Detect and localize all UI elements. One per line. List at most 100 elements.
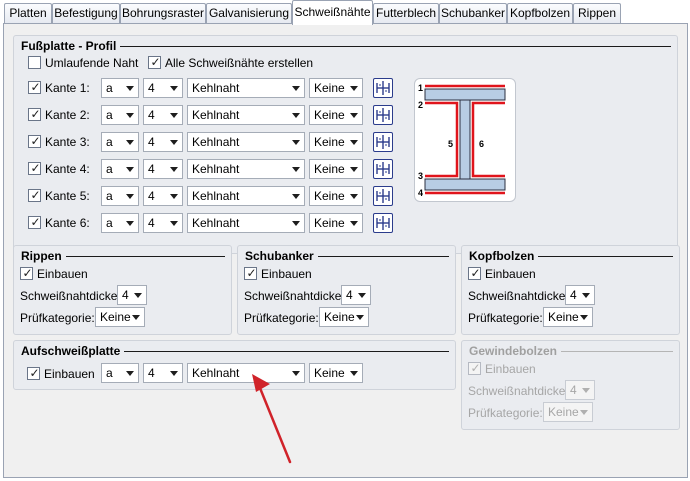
- kante-4-test-select[interactable]: Keine: [309, 159, 363, 179]
- checkmark-icon: ✓: [470, 266, 481, 280]
- chevron-down-icon: [292, 194, 300, 199]
- kopfbolzen-einbauen-checkbox[interactable]: ✓: [468, 266, 481, 280]
- group-title-aufschweissplatte: Aufschweißplatte: [21, 344, 125, 358]
- kante-4-weld-symbol-button[interactable]: [373, 159, 393, 179]
- schubanker-dicke-select[interactable]: 4: [341, 285, 371, 305]
- chevron-down-icon: [580, 410, 588, 415]
- kopfbolzen-pruef-label: Prüfkategorie:: [468, 311, 543, 325]
- kante-6-type-select[interactable]: a: [101, 213, 139, 233]
- gewindebolzen-dicke-select[interactable]: 4: [565, 380, 595, 400]
- kante-4-weld-select[interactable]: Kehlnaht: [187, 159, 305, 179]
- kante-3-size-select[interactable]: 4: [143, 132, 183, 152]
- chevron-down-icon: [126, 167, 134, 172]
- tab-rippen[interactable]: Rippen: [573, 3, 621, 24]
- kante-4-size-select[interactable]: 4: [143, 159, 183, 179]
- kante-5-type-select[interactable]: a: [101, 186, 139, 206]
- chevron-down-icon: [170, 167, 178, 172]
- rippen-dicke-select[interactable]: 4: [117, 285, 147, 305]
- alle-schweissnaehte-label: Alle Schweißnähte erstellen: [165, 56, 314, 70]
- kante-5-size-select[interactable]: 4: [143, 186, 183, 206]
- kante-2-label: Kante 2:: [45, 108, 90, 122]
- tab-bohrungsraster[interactable]: Bohrungsraster: [120, 3, 206, 24]
- tab-platten[interactable]: Platten: [4, 3, 52, 24]
- kante-3-label: Kante 3:: [45, 135, 90, 149]
- kante-3-test-select[interactable]: Keine: [309, 132, 363, 152]
- kante-1-size-select[interactable]: 4: [143, 78, 183, 98]
- tab-galvanisierung[interactable]: Galvanisierung: [206, 3, 292, 24]
- group-title-fussplatte: Fußplatte - Profil: [21, 39, 121, 53]
- kante-2-type-select[interactable]: a: [101, 105, 139, 125]
- kante-5-weld-select[interactable]: Kehlnaht: [187, 186, 305, 206]
- gewindebolzen-dicke-label: Schweißnahtdicke:: [468, 384, 569, 398]
- umlaufende-naht-checkbox[interactable]: [28, 56, 41, 69]
- kante-6-checkbox[interactable]: ✓: [28, 215, 41, 229]
- kante-4-type-select[interactable]: a: [101, 159, 139, 179]
- kante-1-test-select[interactable]: Keine: [309, 78, 363, 98]
- i-beam-diagram: [424, 84, 506, 195]
- rippen-pruef-select[interactable]: Keine: [95, 307, 145, 327]
- kante-6-test-select[interactable]: Keine: [309, 213, 363, 233]
- chevron-down-icon: [170, 371, 178, 376]
- kante-6-weld-select[interactable]: Kehlnaht: [187, 213, 305, 233]
- schubanker-einbauen-checkbox[interactable]: ✓: [244, 266, 257, 280]
- checkmark-icon: ✓: [246, 266, 257, 280]
- checkmark-icon: ✓: [30, 80, 41, 94]
- kante-6-size-select[interactable]: 4: [143, 213, 183, 233]
- kante-3-type-select[interactable]: a: [101, 132, 139, 152]
- chevron-down-icon: [580, 315, 588, 320]
- kante-3-weld-symbol-button[interactable]: [373, 132, 393, 152]
- schubanker-einbauen-label: Einbauen: [261, 267, 312, 281]
- chevron-down-icon: [582, 388, 590, 393]
- chevron-down-icon: [126, 371, 134, 376]
- chevron-down-icon: [134, 293, 142, 298]
- group-title-schubanker: Schubanker: [245, 249, 318, 263]
- alle-schweissnaehte-checkbox[interactable]: ✓: [148, 55, 161, 69]
- profile-label-3: 3: [418, 171, 424, 181]
- gewindebolzen-einbauen-label: Einbauen: [485, 362, 536, 376]
- aufschweissplatte-einbauen-checkbox[interactable]: ✓: [27, 366, 40, 380]
- tab-futterblech[interactable]: Futterblech: [373, 3, 439, 24]
- kante-5-checkbox[interactable]: ✓: [28, 188, 41, 202]
- kante-2-checkbox[interactable]: ✓: [28, 107, 41, 121]
- kante-2-size-select[interactable]: 4: [143, 105, 183, 125]
- kante-4-checkbox[interactable]: ✓: [28, 161, 41, 175]
- group-gewindebolzen: Gewindebolzen ✓ Einbauen Schweißnahtdick…: [461, 340, 680, 430]
- kante-5-weld-symbol-button[interactable]: [373, 186, 393, 206]
- kante-3-weld-select[interactable]: Kehlnaht: [187, 132, 305, 152]
- chevron-down-icon: [126, 113, 134, 118]
- kante-5-test-select[interactable]: Keine: [309, 186, 363, 206]
- chevron-down-icon: [292, 140, 300, 145]
- kante-2-test-select[interactable]: Keine: [309, 105, 363, 125]
- schubanker-pruef-select[interactable]: Keine: [319, 307, 369, 327]
- kante-2-weld-symbol-button[interactable]: [373, 105, 393, 125]
- kante-3-checkbox[interactable]: ✓: [28, 134, 41, 148]
- chevron-down-icon: [350, 371, 358, 376]
- kante-1-weld-select[interactable]: Kehlnaht: [187, 78, 305, 98]
- kante-6-weld-symbol-button[interactable]: [373, 213, 393, 233]
- aufschweissplatte-type-select[interactable]: a: [101, 363, 139, 383]
- kopfbolzen-einbauen-label: Einbauen: [485, 267, 536, 281]
- group-title-gewindebolzen: Gewindebolzen: [469, 344, 562, 358]
- group-aufschweissplatte: Aufschweißplatte ✓ Einbauen a 4 Kehlnaht…: [13, 340, 456, 390]
- chevron-down-icon: [132, 315, 140, 320]
- tab-schubanker[interactable]: Schubanker: [439, 3, 507, 24]
- kante-1-checkbox[interactable]: ✓: [28, 80, 41, 94]
- kante-2-weld-select[interactable]: Kehlnaht: [187, 105, 305, 125]
- chevron-down-icon: [292, 86, 300, 91]
- tab-schweissnaehte[interactable]: Schweißnähte: [292, 0, 373, 25]
- profile-label-2: 2: [418, 100, 424, 110]
- gewindebolzen-pruef-select[interactable]: Keine: [543, 402, 593, 422]
- kante-1-type-select[interactable]: a: [101, 78, 139, 98]
- kopfbolzen-dicke-select[interactable]: 4: [565, 285, 595, 305]
- gewindebolzen-einbauen-checkbox[interactable]: ✓: [468, 361, 481, 375]
- tab-befestigung[interactable]: Befestigung: [52, 3, 120, 24]
- aufschweissplatte-size-select[interactable]: 4: [143, 363, 183, 383]
- kopfbolzen-pruef-select[interactable]: Keine: [543, 307, 593, 327]
- kante-1-weld-symbol-button[interactable]: [373, 78, 393, 98]
- kante-4-label: Kante 4:: [45, 162, 90, 176]
- rippen-einbauen-checkbox[interactable]: ✓: [20, 266, 33, 280]
- aufschweissplatte-test-select[interactable]: Keine: [309, 363, 363, 383]
- chevron-down-icon: [292, 113, 300, 118]
- aufschweissplatte-einbauen-label: Einbauen: [44, 367, 95, 381]
- tab-kopfbolzen[interactable]: Kopfbolzen: [507, 3, 573, 24]
